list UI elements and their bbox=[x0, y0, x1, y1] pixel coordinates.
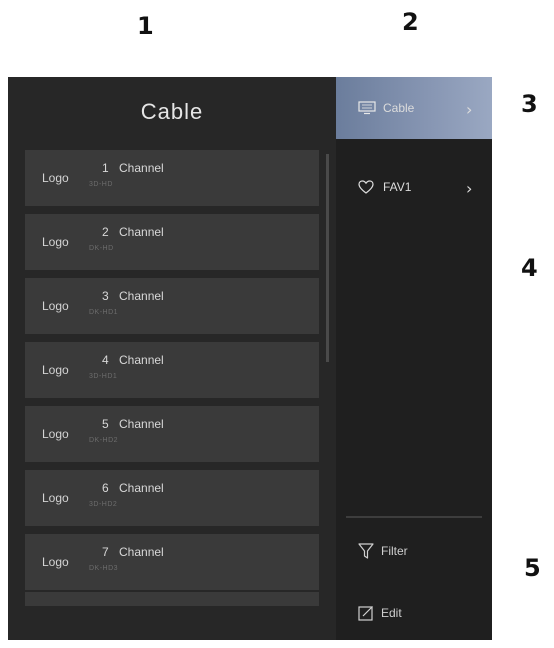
channel-number: 7 bbox=[102, 545, 109, 559]
channel-name: Channel bbox=[119, 161, 164, 175]
channel-number: 5 bbox=[102, 417, 109, 431]
callout-5: 5 bbox=[524, 554, 541, 582]
filter-icon bbox=[358, 543, 374, 564]
edit-label: Edit bbox=[381, 606, 402, 620]
channel-row-4[interactable]: Logo 4 Channel 3D-HD1 bbox=[25, 342, 319, 398]
filter-button[interactable]: Filter bbox=[336, 537, 492, 567]
channel-list-scrollbar[interactable] bbox=[326, 154, 329, 362]
channel-number: 6 bbox=[102, 481, 109, 495]
channel-logo: Logo bbox=[42, 299, 69, 313]
channel-logo: Logo bbox=[42, 427, 69, 441]
callout-1: 1 bbox=[137, 12, 154, 40]
channel-subtitle: 3D-HD1 bbox=[89, 373, 118, 380]
tv-icon bbox=[358, 101, 376, 120]
channel-logo: Logo bbox=[42, 363, 69, 377]
channel-number: 2 bbox=[102, 225, 109, 239]
channel-row-2[interactable]: Logo 2 Channel DK-HD bbox=[25, 214, 319, 270]
callout-2: 2 bbox=[402, 8, 419, 36]
source-item-fav1[interactable]: FAV1 › bbox=[336, 156, 492, 218]
channel-name: Channel bbox=[119, 289, 164, 303]
channel-subtitle: DK-HD bbox=[89, 245, 114, 252]
source-label: Cable bbox=[383, 101, 415, 115]
channel-subtitle: DK-HD2 bbox=[89, 437, 119, 444]
filter-label: Filter bbox=[381, 544, 408, 558]
channel-row-6[interactable]: Logo 6 Channel 3D-HD2 bbox=[25, 470, 319, 526]
channel-name: Channel bbox=[119, 545, 164, 559]
channel-row-7[interactable]: Logo 7 Channel DK-HD3 bbox=[25, 534, 319, 590]
channel-name: Channel bbox=[119, 225, 164, 239]
channel-subtitle: DK-HD1 bbox=[89, 309, 119, 316]
edit-icon bbox=[358, 605, 374, 626]
chevron-right-icon: › bbox=[466, 100, 473, 119]
channel-number: 4 bbox=[102, 353, 109, 367]
channel-subtitle: DK-HD3 bbox=[89, 565, 119, 572]
sidebar-divider bbox=[346, 516, 482, 518]
channel-list-pane: Cable Logo 1 Channel 3D-HD Logo 2 Channe… bbox=[8, 77, 336, 640]
channel-number: 3 bbox=[102, 289, 109, 303]
callout-4: 4 bbox=[521, 254, 538, 282]
channel-name: Channel bbox=[119, 417, 164, 431]
heart-icon bbox=[358, 180, 374, 199]
channel-subtitle: 3D-HD2 bbox=[89, 501, 118, 508]
channel-list[interactable]: Logo 1 Channel 3D-HD Logo 2 Channel DK-H… bbox=[25, 150, 319, 606]
channel-subtitle: 3D-HD bbox=[89, 181, 113, 188]
channel-logo: Logo bbox=[42, 171, 69, 185]
channel-name: Channel bbox=[119, 353, 164, 367]
edit-button[interactable]: Edit bbox=[336, 599, 492, 629]
channel-number: 1 bbox=[102, 161, 109, 175]
source-item-cable[interactable]: Cable › bbox=[336, 77, 492, 139]
channel-row-1[interactable]: Logo 1 Channel 3D-HD bbox=[25, 150, 319, 206]
list-title: Cable bbox=[140, 99, 204, 124]
channel-name: Channel bbox=[119, 481, 164, 495]
source-label: FAV1 bbox=[383, 180, 412, 194]
channel-logo: Logo bbox=[42, 491, 69, 505]
channel-row-partial[interactable] bbox=[25, 592, 319, 606]
channel-list-panel: Cable Logo 1 Channel 3D-HD Logo 2 Channe… bbox=[8, 77, 492, 640]
channel-logo: Logo bbox=[42, 235, 69, 249]
chevron-right-icon: › bbox=[466, 179, 473, 198]
callout-3: 3 bbox=[521, 90, 538, 118]
channel-row-5[interactable]: Logo 5 Channel DK-HD2 bbox=[25, 406, 319, 462]
channel-logo: Logo bbox=[42, 555, 69, 569]
channel-row-3[interactable]: Logo 3 Channel DK-HD1 bbox=[25, 278, 319, 334]
